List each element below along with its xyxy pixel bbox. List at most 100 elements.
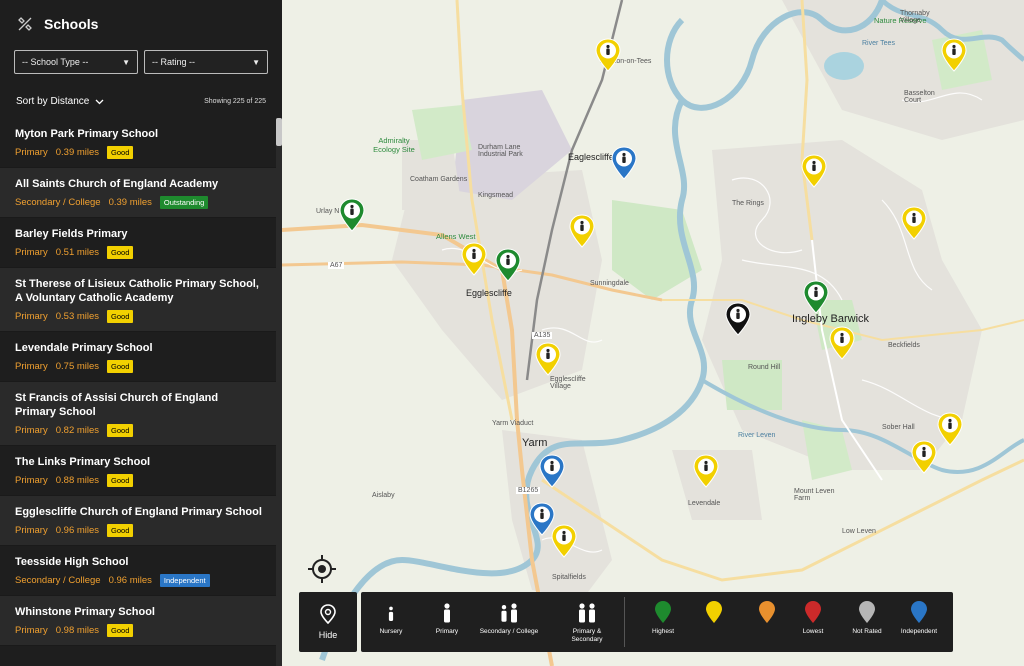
rating-pin-icon [706, 601, 722, 623]
location-pin-icon [320, 604, 336, 624]
legend-rating-5[interactable]: Independent [891, 600, 947, 636]
legend-rating-1[interactable] [686, 600, 742, 628]
school-name: Teesside High School [15, 556, 129, 568]
school-map-pin[interactable] [901, 206, 927, 240]
legend-rating-3[interactable]: Lowest [785, 600, 841, 636]
legend-rating-label: Highest [651, 628, 675, 635]
school-type: Primary [15, 425, 48, 436]
school-list-item[interactable]: The Links Primary School Primary 0.88 mile… [0, 446, 276, 496]
map-label: River Leven [738, 432, 776, 439]
schools-sidebar: Schools -- School Type -- ▼ -- Rating --… [0, 0, 282, 666]
school-map-pin[interactable] [611, 146, 637, 180]
map-label: Aislaby [372, 492, 395, 499]
school-meta: Primary 0.75 miles Good [15, 360, 262, 381]
school-type: Secondary / College [15, 575, 101, 586]
school-meta: Primary 0.39 miles Good [15, 146, 262, 167]
map-label: Beckfields [888, 342, 920, 349]
map-label: Durham Lane Industrial Park [478, 144, 523, 158]
school-map-pin[interactable] [339, 198, 365, 232]
school-type: Primary [15, 311, 48, 322]
rating-pin-icon [759, 601, 775, 623]
tools-icon[interactable] [16, 15, 34, 33]
school-map-pin[interactable] [551, 524, 577, 558]
school-map-pin[interactable] [911, 440, 937, 474]
sort-dropdown[interactable]: Sort by Distance [16, 96, 104, 107]
school-meta: Primary 0.82 miles Good [15, 424, 262, 445]
legend-type-label: Nursery [379, 628, 403, 635]
school-map-pin[interactable] [725, 302, 751, 336]
school-distance: 0.96 miles [108, 575, 152, 586]
school-map-pin[interactable] [829, 326, 855, 360]
school-distance: 0.98 miles [55, 625, 100, 636]
school-distance: 0.96 miles [55, 525, 100, 536]
school-list-item[interactable]: Whinstone Primary School Primary 0.98 mile… [0, 596, 276, 646]
legend-type-3[interactable]: Primary & Secondary [557, 600, 617, 644]
sort-bar: Sort by Distance Showing 225 of 225 [0, 84, 282, 120]
legend-type-label: Secondary / College [479, 628, 539, 635]
school-map-pin[interactable] [539, 454, 565, 488]
sidebar-header: Schools [0, 0, 282, 48]
map-label: Basselton Court [904, 90, 935, 104]
school-list-item[interactable]: Barley Fields Primary Primary 0.51 miles Go… [0, 218, 276, 268]
results-count: Showing 225 of 225 [204, 98, 266, 105]
school-list-item[interactable]: Egglescliffe Church of England Primary S… [0, 496, 276, 546]
school-meta: Secondary / College 0.39 miles Outstanding [15, 196, 262, 217]
crosshair-icon[interactable] [306, 553, 338, 585]
nursery-icon [388, 606, 394, 621]
school-meta: Primary 0.51 miles Good [15, 246, 262, 267]
school-name: Egglescliffe Church of England Primary S… [15, 506, 262, 518]
school-meta: Primary 0.53 miles Good [15, 310, 262, 331]
legend-type-1[interactable]: Primary [417, 600, 477, 636]
rating-badge: Good [107, 360, 134, 373]
school-list-item[interactable]: Levendale Primary School Primary 0.75 mile… [0, 332, 276, 382]
school-map-pin[interactable] [941, 38, 967, 72]
school-list-item[interactable]: Myton Park Primary School Primary 0.39 mil… [0, 118, 276, 168]
school-name: Myton Park Primary School [15, 128, 159, 140]
school-list-item[interactable]: All Saints Church of England Academy Seco… [0, 168, 276, 218]
school-map-pin[interactable] [461, 242, 487, 276]
school-map-pin[interactable] [801, 154, 827, 188]
rating-badge: Good [107, 624, 134, 637]
rating-select[interactable]: -- Rating -- ▼ [144, 50, 268, 74]
school-name: St Therese of Lisieux Catholic Primary S… [15, 278, 259, 304]
school-map-pin[interactable] [693, 454, 719, 488]
school-map-pin[interactable] [569, 214, 595, 248]
map-legend: Nursery Primary Secondary / College Primary… [361, 592, 953, 652]
map-label: Low Leven [842, 528, 876, 535]
school-meta: Primary 0.96 miles Good [15, 524, 262, 545]
school-type: Primary [15, 475, 48, 486]
legend-type-label: Primary [435, 628, 459, 635]
map[interactable]: Preston-on-Tees Eaglescliffe Allens West… [282, 0, 1024, 666]
school-map-pin[interactable] [535, 342, 561, 376]
school-name: All Saints Church of England Academy [15, 178, 219, 190]
legend-rating-4[interactable]: Not Rated [839, 600, 895, 636]
hide-legend-button[interactable]: Hide [299, 592, 357, 652]
chevron-down-icon: ▼ [122, 57, 130, 67]
school-type-select[interactable]: -- School Type -- ▼ [14, 50, 138, 74]
map-label: Admiralty Ecology Site [373, 136, 415, 154]
school-map-pin[interactable] [495, 248, 521, 282]
map-label: B1265 [516, 487, 541, 494]
school-list-item[interactable]: St Therese of Lisieux Catholic Primary S… [0, 268, 276, 332]
legend-type-2[interactable]: Secondary / College [479, 600, 539, 636]
school-distance: 0.88 miles [55, 475, 100, 486]
legend-rating-0[interactable]: Highest [635, 600, 691, 636]
map-label: River Tees [862, 40, 895, 47]
sidebar-title: Schools [44, 16, 99, 32]
legend-type-label: Primary & Secondary [571, 628, 603, 643]
legend-type-0[interactable]: Nursery [361, 600, 421, 636]
rating-value: -- Rating -- [152, 57, 196, 67]
school-map-pin[interactable] [803, 280, 829, 314]
filters: -- School Type -- ▼ -- Rating -- ▼ [0, 48, 282, 82]
primary-icon [444, 603, 450, 623]
rating-badge: Independent [159, 574, 210, 587]
school-name: Barley Fields Primary [15, 228, 128, 240]
school-meta: Primary 0.88 miles Good [15, 474, 262, 495]
school-list-item[interactable]: Teesside High School Secondary / College 0… [0, 546, 276, 596]
school-map-pin[interactable] [937, 412, 963, 446]
school-meta: Primary 0.98 miles Good [15, 624, 262, 645]
school-map-pin[interactable] [595, 38, 621, 72]
rating-pin-icon [859, 601, 875, 623]
school-list-item[interactable]: St Francis of Assisi Church of England P… [0, 382, 276, 446]
school-name: The Links Primary School [15, 456, 151, 468]
